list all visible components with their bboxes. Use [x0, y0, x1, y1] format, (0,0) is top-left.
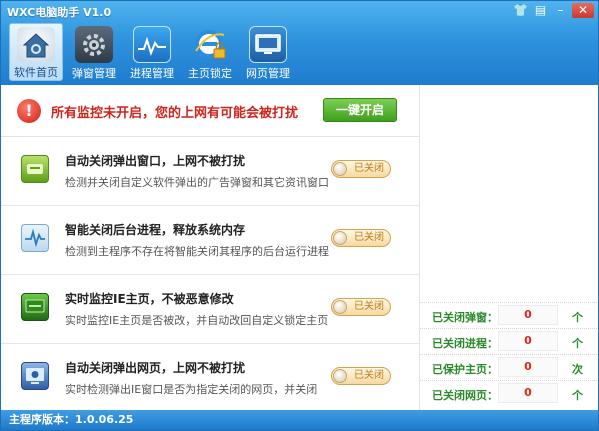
process-toggle[interactable]: 已关闭	[331, 229, 391, 247]
gear-icon	[75, 26, 113, 63]
tab-home-label: 软件首页	[14, 66, 58, 79]
stat-value: 0	[498, 331, 558, 351]
stat-value: 0	[498, 305, 558, 325]
feature-title: 智能关闭后台进程，释放系统内存	[65, 223, 246, 237]
tab-process-label: 进程管理	[130, 67, 174, 80]
chart-icon	[133, 26, 171, 63]
feature-desc: 实时监控IE主页是否被改，并自动改回自定义锁定主页	[65, 314, 329, 327]
header-band: WXC电脑助手 V1.0 👕 ▤ – ✕ 软件首页 弹窗管理 进程管理 主页锁定…	[1, 1, 598, 85]
main-toolbar: 软件首页 弹窗管理 进程管理 主页锁定 网页管理	[9, 23, 295, 81]
tab-lock-label: 主页锁定	[188, 67, 232, 80]
webpage-toggle[interactable]: 已关闭	[331, 367, 391, 385]
popup-icon	[21, 155, 49, 183]
shirt-icon[interactable]: 👕	[512, 3, 529, 18]
stat-value: 0	[498, 383, 558, 403]
one-key-enable-button[interactable]: 一键开启	[323, 98, 397, 122]
stat-protected-homepage: 已保护主页： 0 次	[420, 354, 598, 380]
homepage-toggle[interactable]: 已关闭	[331, 298, 391, 316]
toggle-label: 已关闭	[354, 232, 384, 243]
feature-row-popup: 自动关闭弹出窗口，上网不被打扰 检测并关闭自定义软件弹出的广告弹窗和其它资讯窗口…	[1, 137, 419, 206]
window-title: WXC电脑助手 V1.0	[7, 6, 112, 19]
toggle-knob	[333, 162, 347, 176]
window-controls: 👕 ▤ – ✕	[512, 3, 594, 18]
toggle-knob	[333, 300, 347, 314]
main-panel: ! 所有监控未开启，您的上网有可能会被打扰 一键开启 自动关闭弹出窗口，上网不被…	[1, 85, 419, 410]
homepage-icon	[21, 293, 49, 321]
process-icon	[21, 224, 49, 252]
feature-desc: 实时检测弹出IE窗口是否为指定关闭的网页，并关闭	[65, 383, 318, 396]
feature-desc: 检测并关闭自定义软件弹出的广告弹窗和其它资讯窗口	[65, 176, 329, 189]
stat-closed-webpages: 已关闭网页： 0 个	[420, 380, 598, 406]
tab-popup-manager[interactable]: 弹窗管理	[67, 23, 121, 81]
stat-unit: 次	[572, 363, 583, 376]
stat-value: 0	[498, 357, 558, 377]
feature-title: 自动关闭弹出窗口，上网不被打扰	[65, 154, 246, 168]
tab-webpage-manager[interactable]: 网页管理	[241, 23, 295, 81]
stat-label: 已关闭网页：	[432, 389, 498, 402]
toggle-label: 已关闭	[354, 301, 384, 312]
app-window: WXC电脑助手 V1.0 👕 ▤ – ✕ 软件首页 弹窗管理 进程管理 主页锁定…	[0, 0, 599, 431]
stat-unit: 个	[572, 389, 583, 402]
tab-webpage-label: 网页管理	[246, 67, 290, 80]
stats-panel: 已关闭弹窗： 0 个 已关闭进程： 0 个 已保护主页： 0 次 已关闭网页： …	[419, 85, 598, 410]
home-icon	[17, 27, 55, 62]
feature-title: 自动关闭弹出网页，上网不被打扰	[65, 361, 246, 375]
feature-row-process: 智能关闭后台进程，释放系统内存 检测到主程序不存在将智能关闭其程序的后台运行进程…	[1, 206, 419, 275]
close-icon[interactable]: ✕	[572, 3, 594, 18]
stat-closed-processes: 已关闭进程： 0 个	[420, 328, 598, 354]
stat-label: 已关闭进程：	[432, 337, 498, 350]
stat-unit: 个	[572, 311, 583, 324]
tab-home[interactable]: 软件首页	[9, 23, 63, 81]
monitor-icon	[249, 26, 287, 63]
toggle-knob	[333, 231, 347, 245]
feature-desc: 检测到主程序不存在将智能关闭其程序的后台运行进程	[65, 245, 329, 258]
stat-unit: 个	[572, 337, 583, 350]
status-bar: 主程序版本：1.0.06.25	[1, 410, 598, 430]
menu-icon[interactable]: ▤	[532, 3, 549, 18]
feature-row-webpage: 自动关闭弹出网页，上网不被打扰 实时检测弹出IE窗口是否为指定关闭的网页，并关闭…	[1, 344, 419, 410]
stat-closed-popups: 已关闭弹窗： 0 个	[420, 302, 598, 328]
minimize-icon[interactable]: –	[552, 3, 569, 18]
tab-popup-label: 弹窗管理	[72, 67, 116, 80]
ie-lock-icon	[191, 26, 229, 63]
toggle-knob	[333, 369, 347, 383]
stat-label: 已关闭弹窗：	[432, 311, 498, 324]
toggle-label: 已关闭	[354, 370, 384, 381]
feature-title: 实时监控IE主页，不被恶意修改	[65, 292, 234, 306]
webpage-icon	[21, 362, 49, 390]
toggle-label: 已关闭	[354, 163, 384, 174]
tab-homepage-lock[interactable]: 主页锁定	[183, 23, 237, 81]
exclamation-icon: !	[17, 99, 41, 123]
tab-process-manager[interactable]: 进程管理	[125, 23, 179, 81]
warning-text: 所有监控未开启，您的上网有可能会被打扰	[51, 106, 299, 121]
popup-toggle[interactable]: 已关闭	[331, 160, 391, 178]
stat-label: 已保护主页：	[432, 363, 498, 376]
warning-banner: ! 所有监控未开启，您的上网有可能会被打扰 一键开启	[1, 85, 419, 137]
feature-row-homepage: 实时监控IE主页，不被恶意修改 实时监控IE主页是否被改，并自动改回自定义锁定主…	[1, 275, 419, 344]
